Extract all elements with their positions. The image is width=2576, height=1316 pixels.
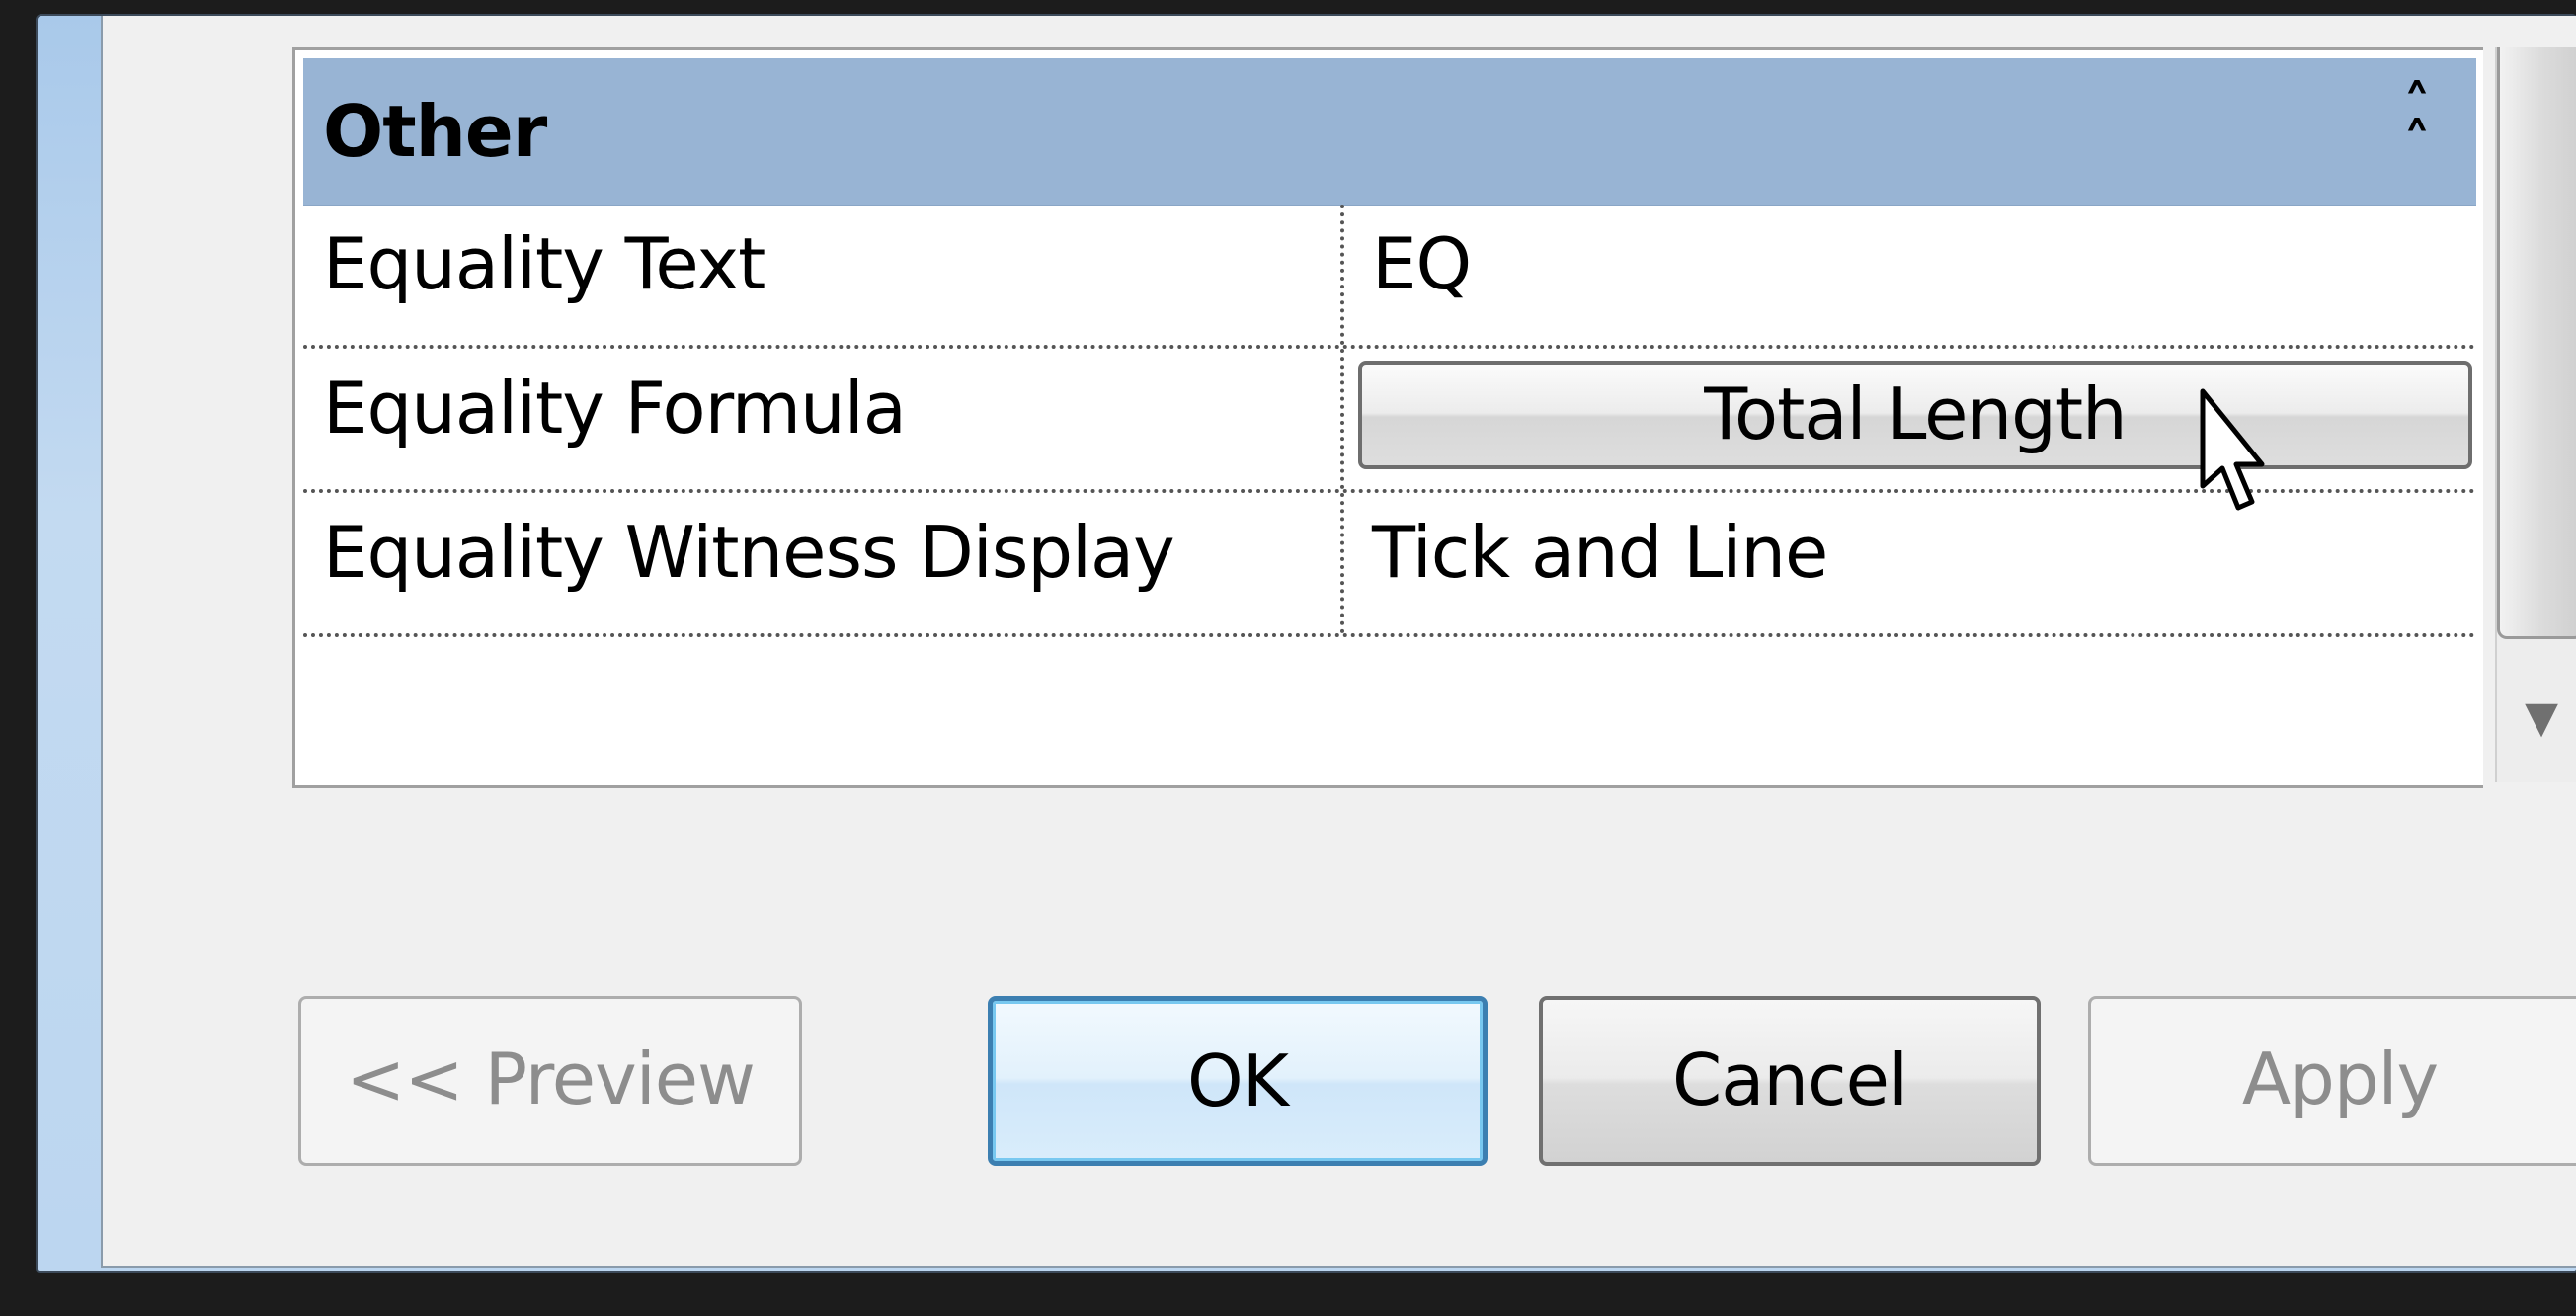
category-label: Other (323, 90, 547, 173)
property-grid: Other ˄ ˄ Equality Text EQ Equality Formu… (292, 47, 2483, 788)
column-divider (1340, 349, 1344, 489)
property-name: Equality Witness Display (323, 511, 1175, 594)
apply-button[interactable]: Apply (2088, 996, 2576, 1166)
ok-button[interactable]: OK (988, 996, 1488, 1166)
scrollbar-thumb[interactable] (2497, 47, 2576, 639)
column-divider (1340, 493, 1344, 633)
mouse-pointer-icon (2200, 388, 2265, 511)
property-value-equality-text[interactable]: EQ (1372, 222, 1472, 305)
property-row-equality-formula[interactable]: Equality Formula Total Length (303, 349, 2476, 493)
dialog-window-frame: Other ˄ ˄ Equality Text EQ Equality Formu… (36, 14, 2576, 1273)
property-row-equality-witness-display[interactable]: Equality Witness Display Tick and Line (303, 493, 2476, 637)
dialog-client-area: Other ˄ ˄ Equality Text EQ Equality Formu… (101, 16, 2576, 1268)
column-divider (1340, 205, 1344, 345)
property-value-witness-display[interactable]: Tick and Line (1372, 511, 1828, 594)
vertical-scrollbar[interactable]: ▼ (2495, 47, 2576, 782)
preview-button[interactable]: << Preview (298, 996, 802, 1166)
collapse-chevrons-icon[interactable]: ˄ ˄ (2387, 79, 2447, 172)
scroll-down-arrow-icon[interactable]: ▼ (2517, 694, 2566, 743)
property-name: Equality Formula (323, 367, 907, 450)
equality-formula-button[interactable]: Total Length (1358, 361, 2472, 469)
category-header-other[interactable]: Other ˄ ˄ (303, 58, 2476, 206)
property-name: Equality Text (323, 222, 765, 305)
property-row-equality-text[interactable]: Equality Text EQ (303, 205, 2476, 349)
cancel-button[interactable]: Cancel (1539, 996, 2041, 1166)
